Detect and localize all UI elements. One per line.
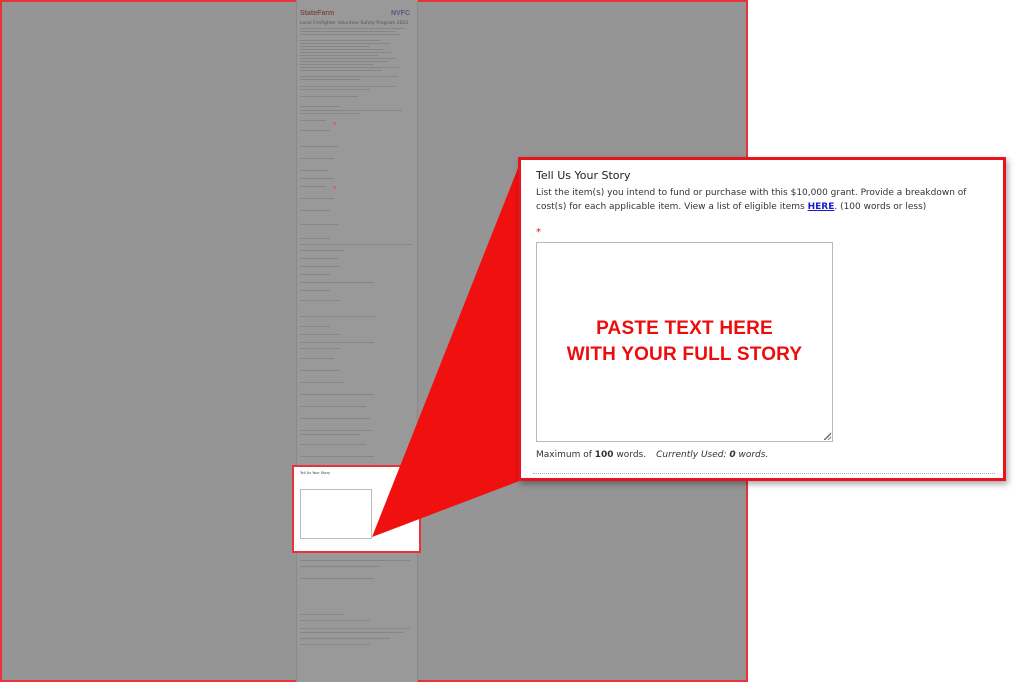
thumbnail-title: Local Firefighter Volunteer Safety Progr… — [300, 21, 409, 26]
thumbnail-text-line — [300, 370, 340, 371]
thumbnail-text-line — [300, 434, 360, 435]
page-preview-strip — [296, 0, 418, 682]
thumbnail-text-line — [300, 130, 330, 131]
section-title: Tell Us Your Story — [536, 169, 631, 182]
thumbnail-text-line — [300, 120, 326, 121]
thumbnail-text-line — [300, 628, 410, 629]
thumbnail-text-line — [300, 106, 340, 107]
thumbnail-text-line — [300, 244, 412, 245]
thumbnail-text-line — [300, 210, 330, 211]
story-textarea[interactable] — [536, 242, 833, 442]
thumbnail-text-line — [300, 64, 374, 65]
eligible-items-link[interactable]: HERE — [808, 202, 835, 212]
thumbnail-text-line — [300, 31, 395, 32]
thumbnail-section-title: Tell Us Your Story — [300, 471, 331, 475]
thumbnail-textarea — [300, 489, 372, 539]
thumbnail-text-line — [300, 430, 372, 431]
thumbnail-text-line — [300, 638, 390, 639]
thumbnail-text-line — [300, 326, 330, 327]
screenshot-canvas: StateFarm NVFC Local Firefighter Volunte… — [0, 0, 1024, 686]
thumbnail-text-line — [300, 342, 374, 343]
thumbnail-text-line — [300, 456, 374, 457]
thumbnail-logos: StateFarm NVFC — [300, 8, 410, 18]
thumbnail-text-line — [300, 266, 340, 267]
thumbnail-text-line — [300, 250, 344, 251]
thumbnail-text-line — [300, 382, 344, 383]
description-suffix: . (100 words or less) — [834, 202, 927, 212]
thumbnail-text-line — [300, 158, 334, 159]
thumbnail-text-line — [300, 55, 378, 56]
thumbnail-text-line — [300, 67, 400, 68]
required-marker: * — [536, 227, 541, 238]
thumbnail-text-line — [300, 70, 382, 71]
thumbnail-text-line — [300, 418, 370, 419]
thumbnail-text-line — [300, 348, 340, 349]
statefarm-logo: StateFarm — [300, 9, 335, 17]
thumbnail-text-line — [300, 274, 330, 275]
thumbnail-text-line — [300, 620, 370, 621]
thumbnail-text-line — [300, 40, 380, 41]
thumbnail-text-line — [300, 300, 340, 301]
thumbnail-text-line — [300, 113, 360, 114]
thumbnail-text-line — [300, 170, 328, 171]
section-description: List the item(s) you intend to fund or p… — [536, 186, 996, 214]
thumbnail-text-line — [300, 632, 404, 633]
max-words-value: 100 — [594, 450, 614, 460]
thumbnail-text-line — [300, 644, 370, 645]
thumbnail-text-line — [300, 58, 396, 59]
thumbnail-text-line — [300, 186, 326, 187]
thumbnail-text-line — [300, 238, 330, 239]
thumbnail-text-line — [300, 61, 388, 62]
thumbnail-text-line — [300, 444, 366, 445]
section-divider — [533, 473, 995, 474]
nvfc-logo: NVFC — [390, 9, 410, 17]
thumbnail-text-line — [300, 334, 340, 335]
thumbnail-text-line — [300, 566, 380, 567]
used-suffix: words. — [735, 450, 769, 460]
thumbnail-text-line — [300, 28, 405, 29]
thumbnail-text-line — [300, 290, 330, 291]
thumbnail-text-line — [300, 49, 385, 50]
used-words-info: Currently Used: 0 words. — [656, 450, 768, 460]
thumbnail-text-line — [300, 79, 360, 80]
thumbnail-text-line — [300, 198, 334, 199]
thumbnail-text-line — [300, 43, 390, 44]
thumbnail-text-line — [300, 358, 334, 359]
story-callout-panel: Tell Us Your Story List the item(s) you … — [518, 157, 1006, 481]
thumbnail-text-line — [300, 614, 344, 615]
thumbnail-text-line — [300, 76, 398, 77]
thumbnail-text-line — [300, 146, 338, 147]
thumbnail-text-line — [300, 96, 358, 97]
thumbnail-text-line — [300, 89, 370, 90]
thumbnail-text-line — [300, 258, 338, 259]
thumbnail-text-line — [300, 178, 334, 179]
thumbnail-text-line — [300, 578, 374, 579]
thumbnail-text-line — [300, 52, 392, 53]
thumbnail-text-line — [300, 316, 376, 317]
thumbnail-text-line — [300, 34, 400, 35]
max-label: Maximum of — [536, 450, 595, 460]
thumbnail-required-marker — [333, 186, 336, 189]
thumbnail-text-line — [300, 560, 410, 561]
thumbnail-highlighted-section: Tell Us Your Story — [292, 465, 421, 553]
used-label: Currently Used: — [656, 450, 730, 460]
thumbnail-text-line — [300, 224, 338, 225]
thumbnail-text-line — [300, 110, 402, 111]
thumbnail-text-line — [300, 282, 374, 283]
max-suffix: words. — [613, 450, 647, 460]
thumbnail-text-line — [300, 46, 370, 47]
thumbnail-text-line — [300, 394, 374, 395]
thumbnail-text-line — [300, 406, 366, 407]
thumbnail-required-marker — [333, 122, 336, 125]
word-count-info: Maximum of 100 words. Currently Used: 0 w… — [536, 450, 768, 460]
thumbnail-text-line — [300, 86, 395, 87]
